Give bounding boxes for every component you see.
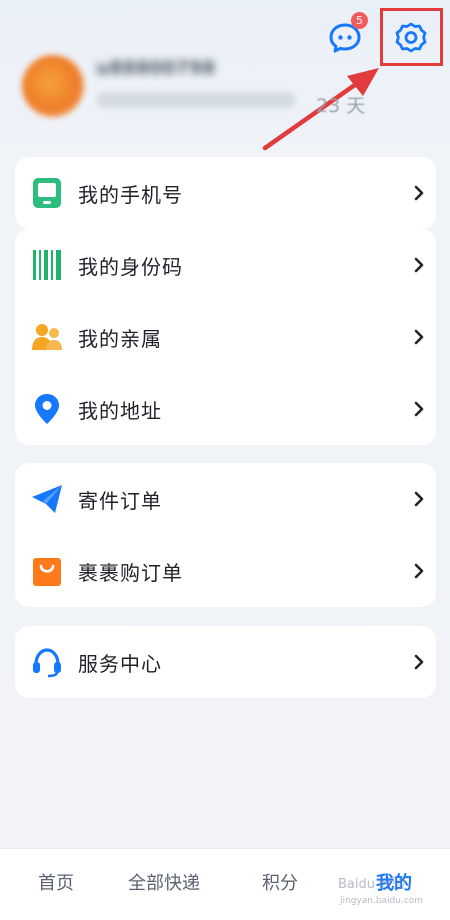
chevron-right-icon bbox=[414, 257, 424, 273]
paper-plane-icon bbox=[31, 483, 63, 515]
menu-item-my-address[interactable]: 我的地址 bbox=[15, 373, 436, 445]
chevron-right-icon bbox=[414, 491, 424, 507]
menu-item-service-center[interactable]: 服务中心 bbox=[15, 626, 436, 698]
chevron-right-icon bbox=[414, 401, 424, 417]
message-count-badge: 5 bbox=[351, 12, 368, 29]
barcode-icon bbox=[31, 249, 63, 281]
chevron-right-icon bbox=[414, 654, 424, 670]
menu-card-phone: 我的手机号 bbox=[15, 157, 436, 229]
settings-highlight-box bbox=[380, 8, 443, 66]
watermark: Baidu 经验 bbox=[338, 877, 406, 892]
member-info-blurred bbox=[96, 92, 296, 108]
menu-item-label: 我的身份码 bbox=[78, 254, 183, 279]
location-pin-icon bbox=[31, 393, 63, 425]
chevron-right-icon bbox=[414, 185, 424, 201]
family-icon bbox=[31, 321, 63, 353]
menu-item-label: 我的地址 bbox=[78, 398, 162, 423]
menu-item-my-phone[interactable]: 我的手机号 bbox=[15, 157, 436, 229]
chevron-right-icon bbox=[414, 329, 424, 345]
avatar[interactable] bbox=[22, 55, 84, 117]
member-days: 23 天 bbox=[316, 95, 366, 117]
watermark-url: jingyan.baidu.com bbox=[340, 896, 424, 906]
username: u88800798 bbox=[96, 57, 216, 79]
menu-card-service: 服务中心 bbox=[15, 626, 436, 698]
tab-home[interactable]: 首页 bbox=[38, 869, 74, 895]
headset-icon bbox=[31, 646, 63, 678]
menu-item-label: 我的亲属 bbox=[78, 326, 162, 351]
profile-screen: 5 u88800798 23 天 我的手机号 我的身份码 我的亲属 我的地址 寄… bbox=[0, 0, 450, 920]
menu-card-identity: 我的身份码 我的亲属 我的地址 bbox=[15, 229, 436, 445]
menu-card-orders: 寄件订单 裹裹购订单 bbox=[15, 463, 436, 607]
phone-icon bbox=[31, 177, 63, 209]
shopping-bag-icon bbox=[31, 555, 63, 587]
tab-points[interactable]: 积分 bbox=[262, 869, 298, 895]
menu-item-guoguo-orders[interactable]: 裹裹购订单 bbox=[15, 535, 436, 607]
chevron-right-icon bbox=[414, 563, 424, 579]
menu-item-label: 我的手机号 bbox=[78, 182, 183, 207]
menu-item-label: 裹裹购订单 bbox=[78, 560, 183, 585]
tab-all-packages[interactable]: 全部快递 bbox=[128, 869, 200, 895]
menu-item-label: 服务中心 bbox=[78, 651, 162, 676]
menu-item-my-id-code[interactable]: 我的身份码 bbox=[15, 229, 436, 301]
menu-item-shipping-orders[interactable]: 寄件订单 bbox=[15, 463, 436, 535]
menu-item-label: 寄件订单 bbox=[78, 488, 162, 513]
menu-item-my-relatives[interactable]: 我的亲属 bbox=[15, 301, 436, 373]
